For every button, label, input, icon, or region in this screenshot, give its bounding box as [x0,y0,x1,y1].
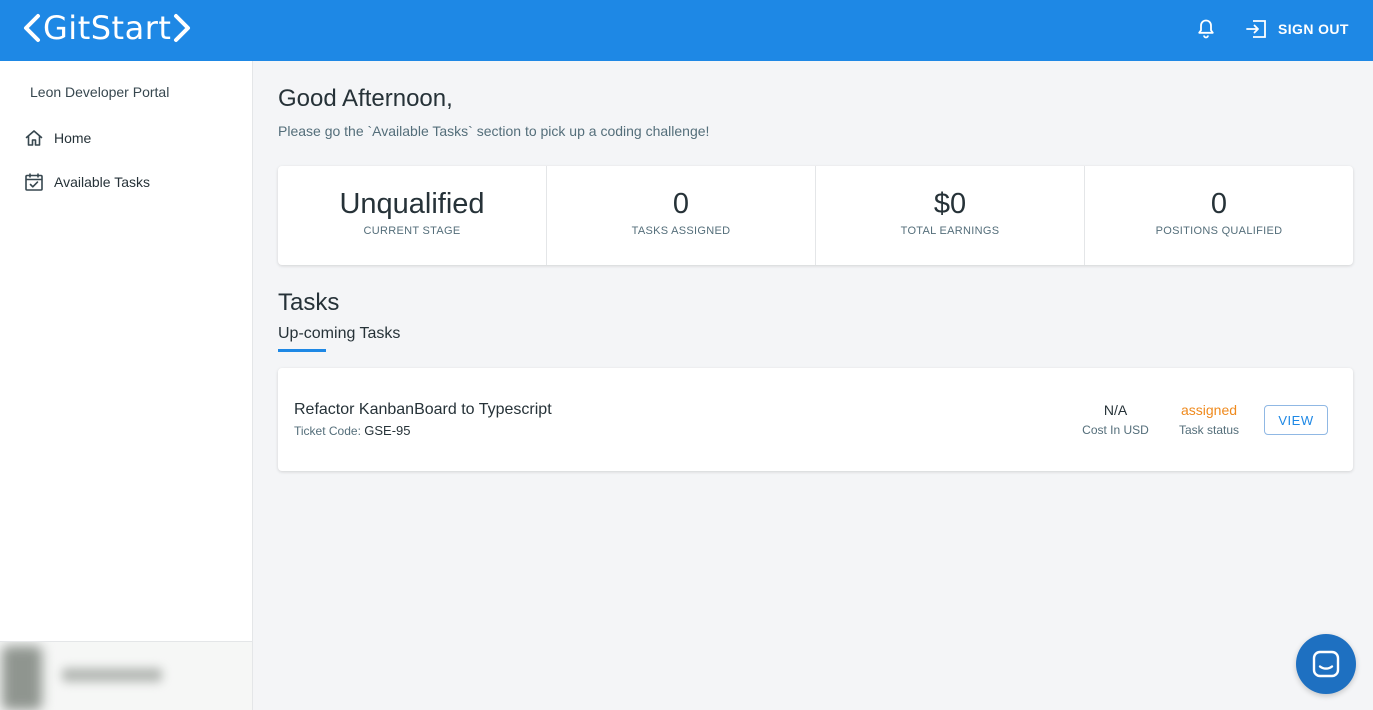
sign-out-button[interactable]: SIGN OUT [1240,12,1355,46]
stat-label: POSITIONS QUALIFIED [1155,225,1283,237]
task-card: Refactor KanbanBoard to Typescript Ticke… [278,368,1353,471]
logo-right-chevron-icon [174,14,191,42]
task-status-value: assigned [1180,402,1238,418]
stats-card: Unqualified CURRENT STAGE 0 TASKS ASSIGN… [278,166,1353,265]
stat-label: CURRENT STAGE [363,225,461,237]
task-title: Refactor KanbanBoard to Typescript [294,401,552,418]
sign-out-label: SIGN OUT [1278,21,1349,37]
stat-current-stage: Unqualified CURRENT STAGE [278,166,547,265]
sidebar-item-label: Available Tasks [54,174,150,190]
top-bar: GitStart SIGN OUT [0,0,1373,61]
view-task-button[interactable]: VIEW [1264,405,1328,435]
task-cost-label: Cost In USD [1082,423,1149,437]
logo-left-chevron-icon [24,14,40,42]
task-cost: N/A Cost In USD [1068,402,1163,437]
chat-launcher-button[interactable] [1296,634,1356,694]
ticket-code-value: GSE-95 [364,423,411,438]
gitstart-logo[interactable]: GitStart [22,10,192,46]
sidebar-item-home[interactable]: Home [24,126,91,150]
tasks-heading: Tasks [278,289,340,316]
sign-out-icon [1246,20,1266,38]
logo-text: GitStart [43,9,172,47]
portal-title: Leon Developer Portal [30,84,170,100]
stat-value: Unqualified [339,188,485,220]
tab-active-indicator [278,349,326,352]
tab-upcoming-tasks[interactable]: Up-coming Tasks [278,325,400,343]
greeting-heading: Good Afternoon, [278,85,453,112]
stat-value: 0 [672,188,690,220]
stat-value: 0 [1210,188,1228,220]
avatar [2,646,42,710]
stat-label: TOTAL EARNINGS [900,225,1000,237]
home-icon [25,130,43,146]
task-status-label: Task status [1178,423,1240,437]
stat-positions-qualified: 0 POSITIONS QUALIFIED [1085,166,1353,265]
chat-icon [1312,650,1340,678]
task-cost-value: N/A [1103,402,1128,418]
stat-total-earnings: $0 TOTAL EARNINGS [816,166,1085,265]
sidebar: Leon Developer Portal Home Available Tas… [0,61,253,710]
sidebar-item-available-tasks[interactable]: Available Tasks [24,170,150,194]
stat-value: $0 [933,188,967,220]
user-profile-footer[interactable] [0,641,252,710]
ticket-code-label: Ticket Code: [294,424,361,438]
calendar-check-icon [25,173,43,191]
user-name-blurred [62,668,162,682]
stat-label: TASKS ASSIGNED [631,225,731,237]
greeting-subtext: Please go the `Available Tasks` section … [278,123,710,139]
stat-tasks-assigned: 0 TASKS ASSIGNED [547,166,816,265]
bell-icon[interactable] [1194,17,1218,41]
sidebar-item-label: Home [54,130,92,146]
task-status: assigned Task status [1168,402,1250,437]
ticket-code: Ticket Code: GSE-95 [294,423,411,438]
